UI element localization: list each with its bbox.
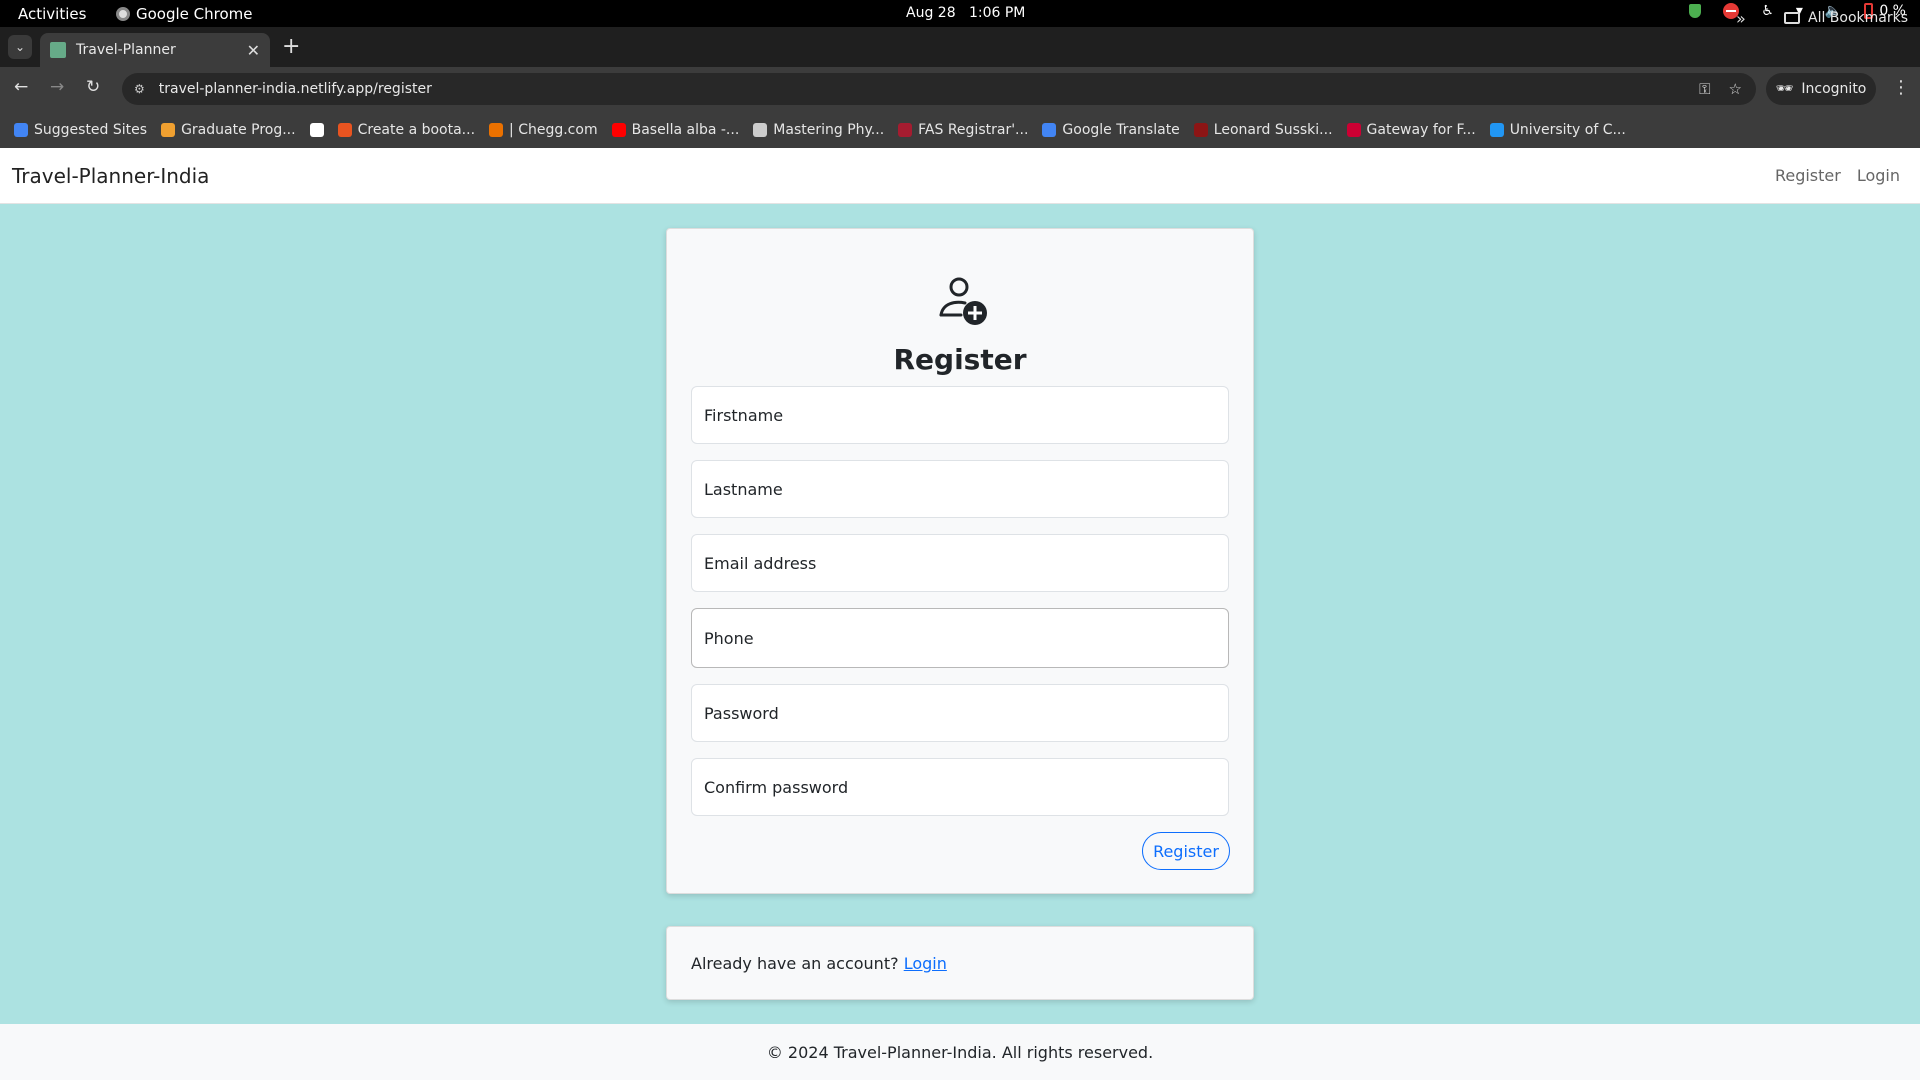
password-field[interactable] <box>691 684 1229 742</box>
tab-search-chevron-icon[interactable]: ⌄ <box>8 35 32 59</box>
firstname-field[interactable] <box>691 386 1229 444</box>
more-bookmarks-chevron-icon[interactable]: » <box>1736 9 1746 28</box>
bookmark-label: University of C... <box>1509 121 1626 138</box>
browser-toolbar: ← → ↻ ⚙ travel-planner-india.netlify.app… <box>0 67 1920 111</box>
incognito-badge[interactable]: 🕶 Incognito <box>1766 73 1876 105</box>
login-prompt-text: Already have an account? <box>691 954 899 973</box>
chrome-menu-icon[interactable]: ⋮ <box>1892 77 1910 98</box>
bookmark-favicon-icon <box>337 122 352 137</box>
lastname-field[interactable] <box>691 460 1229 518</box>
bookmark-item[interactable]: | Chegg.com <box>489 122 598 138</box>
bookmark-favicon-icon <box>1346 122 1361 137</box>
system-top-bar: Activities Google Chrome Aug 28 1:06 PM … <box>0 0 1920 27</box>
bookmark-favicon-icon <box>753 122 768 137</box>
site-navbar: Travel-Planner-India Register Login <box>0 148 1920 204</box>
bookmark-favicon-icon <box>14 122 28 137</box>
tab-favicon-icon <box>50 42 66 58</box>
folder-icon <box>1784 12 1800 24</box>
site-info-icon[interactable]: ⚙ <box>134 82 145 96</box>
bookmark-item[interactable]: Create a boota... <box>337 121 476 138</box>
bookmark-favicon-icon <box>1042 122 1057 137</box>
time: 1:06 PM <box>968 5 1026 21</box>
date: Aug 28 <box>906 5 956 21</box>
site-brand[interactable]: Travel-Planner-India <box>12 164 209 188</box>
incognito-icon: 🕶 <box>1775 81 1794 97</box>
all-bookmarks-button[interactable]: All Bookmarks <box>1784 10 1908 26</box>
bookmark-label: Graduate Prog... <box>181 121 296 138</box>
bookmark-favicon-icon <box>489 122 504 137</box>
email-field[interactable] <box>691 534 1229 592</box>
bookmark-item[interactable]: Google Translate <box>1042 121 1180 138</box>
chrome-icon <box>116 7 130 21</box>
app-name: Google Chrome <box>136 5 253 23</box>
bookmark-favicon-icon <box>1489 122 1504 137</box>
bookmark-favicon-icon <box>898 122 913 137</box>
bookmark-item[interactable]: University of C... <box>1489 121 1626 138</box>
shield-icon <box>1689 4 1702 18</box>
new-tab-plus-icon[interactable]: + <box>282 35 300 59</box>
bookmark-label: Suggested Sites <box>34 121 148 138</box>
confirm-password-field[interactable] <box>691 758 1229 816</box>
bookmark-favicon-icon <box>1193 122 1208 137</box>
close-tab-icon[interactable]: ✕ <box>247 41 260 60</box>
bookmark-label: Gateway for F... <box>1366 121 1476 138</box>
bookmark-star-icon[interactable]: ☆ <box>1729 80 1742 98</box>
bookmark-label: | Chegg.com <box>509 121 598 138</box>
bookmark-label: Google Translate <box>1062 121 1180 138</box>
bookmark-label: Create a boota... <box>357 121 476 138</box>
tab-strip: ⌄ Travel-Planner ✕ + <box>0 27 1920 67</box>
active-tab[interactable]: Travel-Planner ✕ <box>40 33 270 67</box>
nav-register-link[interactable]: Register <box>1775 166 1841 185</box>
bookmark-item[interactable]: Basella alba -... <box>611 121 740 138</box>
footer-text: © 2024 Travel-Planner-India. All rights … <box>766 1043 1154 1062</box>
page-footer: © 2024 Travel-Planner-India. All rights … <box>0 1024 1920 1080</box>
bookmark-favicon-icon <box>611 122 626 137</box>
tab-title: Travel-Planner <box>76 42 176 58</box>
bookmarks-bar: Suggested Sites Graduate Prog... Create a … <box>0 111 1920 148</box>
activities-button[interactable]: Activities <box>18 5 86 23</box>
register-card: Register Register <box>666 228 1254 894</box>
address-bar[interactable]: ⚙ travel-planner-india.netlify.app/regis… <box>122 73 1756 105</box>
bookmark-item[interactable] <box>309 122 324 137</box>
login-link[interactable]: Login <box>904 954 947 973</box>
url-text[interactable]: travel-planner-india.netlify.app/registe… <box>159 81 1699 97</box>
all-bookmarks-label: All Bookmarks <box>1808 10 1909 26</box>
reload-icon[interactable]: ↻ <box>86 77 100 97</box>
bookmark-item[interactable]: Mastering Phy... <box>753 122 884 138</box>
app-menu[interactable]: Google Chrome <box>116 5 253 23</box>
nav-login-link[interactable]: Login <box>1857 166 1900 185</box>
bookmark-favicon-icon <box>309 122 324 137</box>
password-key-icon[interactable]: ⚿ <box>1699 80 1710 98</box>
accessibility-icon: ♿ <box>1761 3 1774 19</box>
bookmark-label: Mastering Phy... <box>773 121 885 138</box>
bookmark-label: Leonard Susski... <box>1213 121 1333 138</box>
bookmark-item[interactable]: Suggested Sites <box>14 122 147 138</box>
bookmark-item[interactable]: Gateway for F... <box>1346 121 1476 138</box>
forward-arrow-icon[interactable]: → <box>50 77 64 97</box>
bookmark-label: FAS Registrar'... <box>918 121 1029 138</box>
bookmark-favicon-icon <box>161 122 176 137</box>
back-arrow-icon[interactable]: ← <box>14 77 28 97</box>
register-button[interactable]: Register <box>1142 832 1230 870</box>
login-prompt-card: Already have an account? Login <box>666 926 1254 1000</box>
phone-field[interactable] <box>691 608 1229 668</box>
clock[interactable]: Aug 28 1:06 PM <box>906 5 1025 21</box>
register-title: Register <box>893 343 1027 376</box>
user-add-icon <box>939 277 987 325</box>
bookmark-item[interactable]: Graduate Prog... <box>161 122 296 138</box>
bookmark-item[interactable]: FAS Registrar'... <box>898 122 1028 138</box>
incognito-label: Incognito <box>1801 81 1867 97</box>
bookmark-label: Basella alba -... <box>631 121 740 138</box>
bookmark-item[interactable]: Leonard Susski... <box>1193 121 1333 138</box>
